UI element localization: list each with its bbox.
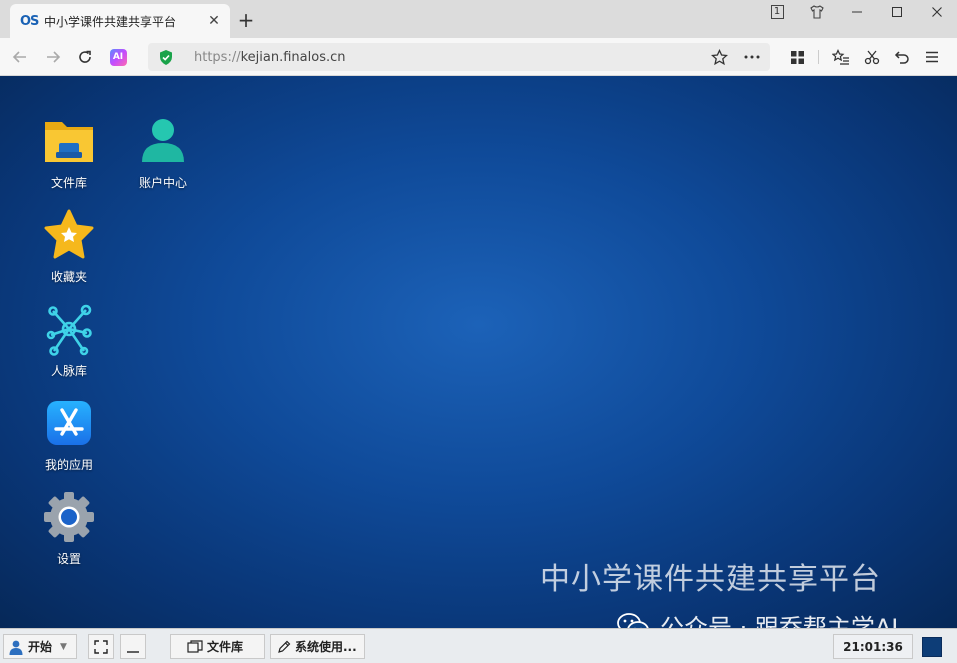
close-window-button[interactable] — [920, 0, 954, 24]
new-tab-button[interactable]: + — [236, 9, 256, 31]
back-button[interactable] — [9, 47, 31, 67]
desktop-icon-label: 我的应用 — [44, 458, 93, 472]
taskbar-item-label: 系统使用... — [295, 640, 357, 654]
desktop: 文件库 账户中心 收藏夹 人脉库 我的应用 设置 中小学课件共建共享平台 公众号… — [0, 76, 957, 628]
skin-icon[interactable] — [800, 0, 834, 24]
address-toolbar: AI https://kejian.finalos.cn — [0, 38, 957, 76]
toolbar-divider — [818, 50, 819, 64]
wechat-icon — [617, 612, 649, 628]
chevron-down-icon: ▼ — [60, 641, 67, 652]
network-icon — [42, 302, 96, 356]
start-label: 开始 — [28, 640, 53, 654]
desktop-icon-label: 文件库 — [50, 176, 87, 190]
fullscreen-button[interactable] — [88, 634, 114, 659]
ai-assistant-icon[interactable]: AI — [107, 47, 129, 67]
platform-watermark: 中小学课件共建共享平台 — [540, 562, 881, 597]
gear-icon — [42, 490, 96, 544]
undo-icon[interactable] — [891, 47, 913, 67]
fullscreen-icon — [94, 639, 108, 654]
desktop-icon-label: 收藏夹 — [50, 270, 87, 284]
taskbar-item-label: 文件库 — [207, 640, 244, 654]
desktop-icon-label: 设置 — [56, 552, 81, 566]
bookmark-star-icon[interactable] — [708, 47, 730, 67]
url-host: kejian.finalos.cn — [240, 49, 346, 65]
desktop-icon-contacts[interactable]: 人脉库 — [29, 302, 109, 379]
desktop-icon-favorites[interactable]: 收藏夹 — [29, 208, 109, 285]
folder-icon — [42, 114, 96, 168]
url-text: https://kejian.finalos.cn — [194, 50, 346, 65]
address-bar[interactable]: https://kejian.finalos.cn — [148, 43, 770, 71]
reload-icon[interactable] — [74, 47, 96, 67]
wechat-account-mark: 公众号 · 跟乔帮主学AI — [616, 608, 898, 628]
desktop-icon-label: 账户中心 — [138, 176, 187, 190]
taskbar: 开始 ▼ 文件库 系统使用... 21:01:36 — [0, 628, 957, 663]
scissors-icon[interactable] — [861, 47, 883, 67]
browser-tab[interactable]: OS 中小学课件共建共享平台 ✕ — [10, 4, 230, 38]
app-store-icon — [42, 396, 96, 450]
site-logo-icon: OS — [20, 13, 39, 29]
more-options-icon[interactable] — [741, 47, 763, 67]
user-icon — [9, 640, 23, 655]
tab-count-icon[interactable]: 1 — [760, 0, 794, 24]
url-scheme: https:// — [194, 49, 241, 65]
tab-count-label: 1 — [770, 5, 784, 19]
start-button[interactable]: 开始 ▼ — [3, 634, 77, 659]
user-icon — [136, 114, 190, 168]
secure-shield-icon — [158, 49, 178, 66]
desktop-preview-button[interactable] — [922, 637, 942, 657]
tab-title: 中小学课件共建共享平台 — [44, 14, 177, 29]
favorites-list-icon[interactable] — [830, 47, 852, 67]
desktop-icon-account[interactable]: 账户中心 — [123, 114, 203, 191]
minimize-button[interactable] — [840, 0, 874, 24]
close-tab-button[interactable]: ✕ — [206, 13, 222, 29]
maximize-button[interactable] — [880, 0, 914, 24]
desktop-icon-files[interactable]: 文件库 — [29, 114, 109, 191]
pen-icon — [278, 640, 291, 653]
wechat-account-text: 公众号 · 跟乔帮主学AI — [660, 614, 899, 628]
desktop-icon-label: 人脉库 — [50, 364, 87, 378]
menu-icon[interactable] — [921, 47, 943, 67]
tab-bar: OS 中小学课件共建共享平台 ✕ + 1 — [0, 0, 957, 38]
show-desktop-button[interactable] — [120, 634, 146, 659]
star-icon — [42, 208, 96, 262]
taskbar-item-system-guide[interactable]: 系统使用... — [270, 634, 365, 659]
apps-grid-icon[interactable] — [786, 47, 808, 67]
desktop-icon-my-apps[interactable]: 我的应用 — [29, 396, 109, 473]
minimize-all-icon — [127, 650, 139, 653]
windows-icon — [187, 639, 203, 653]
forward-button[interactable] — [42, 47, 64, 67]
desktop-icon-settings[interactable]: 设置 — [29, 490, 109, 567]
taskbar-item-files[interactable]: 文件库 — [170, 634, 265, 659]
clock: 21:01:36 — [833, 634, 913, 659]
